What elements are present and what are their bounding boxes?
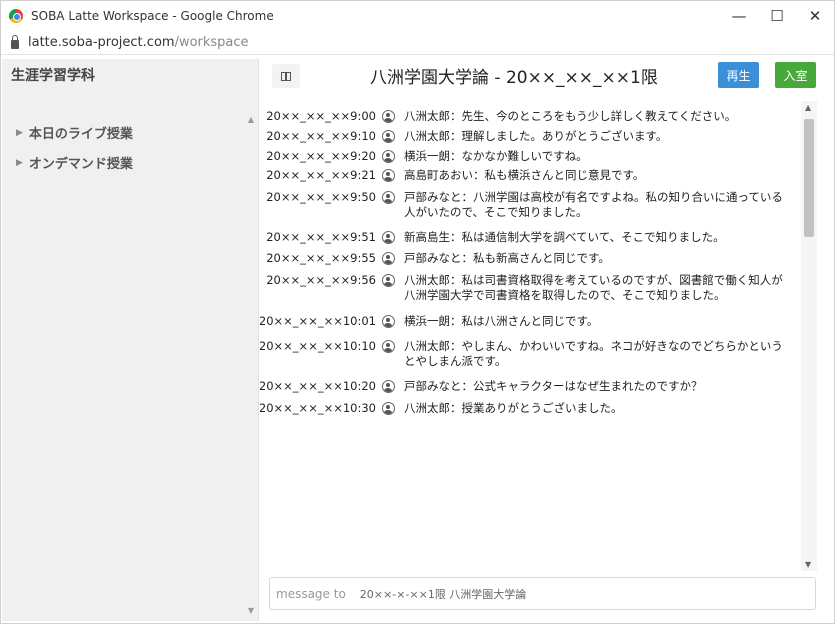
message-scrollbar[interactable]: ▲ ▼ xyxy=(801,101,817,571)
window-title: SOBA Latte Workspace - Google Chrome xyxy=(31,9,274,23)
message-input[interactable] xyxy=(359,587,800,600)
user-avatar-icon xyxy=(382,274,395,287)
toggle-sidebar-button[interactable] xyxy=(272,64,300,88)
sidebar: 生涯学習学科 ▶ 本日のライブ授業 ▶ オンデマンド授業 ▲ ▼ xyxy=(2,59,259,621)
user-avatar-icon xyxy=(382,110,395,123)
message-time: 20××_××_××9:10 xyxy=(266,129,376,143)
chevron-right-icon: ▶ xyxy=(16,157,23,168)
message-time: 20××_××_××10:10 xyxy=(260,339,376,353)
window-controls: — ☐ ✕ xyxy=(720,1,834,31)
sidebar-panel-icon xyxy=(281,71,291,81)
message-text: 新高島生：私は通信制大学を調べていて、そこで知りました。 xyxy=(404,230,725,244)
sidebar-item-live-classes[interactable]: ▶ 本日のライブ授業 xyxy=(16,123,133,142)
user-avatar-icon xyxy=(382,191,395,204)
sidebar-title: 生涯学習学科 xyxy=(11,68,95,84)
url-host: latte.soba-project.com xyxy=(28,35,175,50)
message-time: 20××_××_××10:01 xyxy=(260,314,376,328)
scroll-down-icon[interactable]: ▼ xyxy=(805,560,811,569)
message-text: 八洲太郎：私は司書資格取得を考えているのですが、図書館で働く知人が八洲学園大学で… xyxy=(404,273,783,302)
user-avatar-icon xyxy=(382,150,395,163)
message-time: 20××_××_××9:56 xyxy=(266,273,376,287)
sidebar-scroll-down-icon[interactable]: ▼ xyxy=(248,606,254,615)
user-avatar-icon xyxy=(382,252,395,265)
chrome-logo-icon xyxy=(9,9,23,23)
scroll-thumb[interactable] xyxy=(804,119,814,237)
lock-icon xyxy=(11,35,19,49)
close-icon[interactable]: ✕ xyxy=(796,1,834,31)
user-avatar-icon xyxy=(382,340,395,353)
room-title: 八洲学園大学論 - 20××_××_××1限 xyxy=(370,68,658,88)
message-text: 戸部みなと：八洲学園は高校が有名ですよね。私の知り合いに通っている人がいたので、… xyxy=(404,190,783,219)
message-text: 横浜一朗：なかなか難しいですね。 xyxy=(404,149,588,163)
user-avatar-icon xyxy=(382,402,395,415)
message-text: 戸部みなと：私も新高さんと同じです。 xyxy=(404,251,610,265)
message-text: 八洲太郎：やしまん、かわいいですね。ネコが好きなのでどちらかというとやしまん派で… xyxy=(404,339,783,368)
url-path: /workspace xyxy=(174,35,249,50)
message-time: 20××_××_××10:30 xyxy=(260,401,376,415)
user-avatar-icon xyxy=(382,315,395,328)
user-avatar-icon xyxy=(382,231,395,244)
message-time: 20××_××_××10:20 xyxy=(260,379,376,393)
message-list: 20××_××_××9:00 八洲太郎：先生、今のところをもう少し詳しく教えてく… xyxy=(260,101,800,571)
chevron-right-icon: ▶ xyxy=(16,127,23,138)
message-text: 八洲太郎：先生、今のところをもう少し詳しく教えてください。 xyxy=(404,109,737,123)
message-text: 八洲太郎：授業ありがとうございました。 xyxy=(404,401,623,415)
user-avatar-icon xyxy=(382,130,395,143)
play-button[interactable]: 再生 xyxy=(718,62,759,88)
message-time: 20××_××_××9:55 xyxy=(266,251,376,265)
message-time: 20××_××_××9:20 xyxy=(266,149,376,163)
message-time: 20××_××_××9:50 xyxy=(266,190,376,204)
scroll-up-icon[interactable]: ▲ xyxy=(805,103,811,112)
sidebar-item-on-demand-classes[interactable]: ▶ オンデマンド授業 xyxy=(16,153,133,172)
user-avatar-icon xyxy=(382,380,395,393)
message-composer: message to xyxy=(269,577,816,610)
sidebar-item-label: 本日のライブ授業 xyxy=(28,127,133,142)
message-time: 20××_××_××9:00 xyxy=(266,109,376,123)
enter-room-button[interactable]: 入室 xyxy=(775,62,816,88)
url[interactable]: latte.soba-project.com/workspace xyxy=(28,35,249,50)
message-text: 戸部みなと：公式キャラクターはなぜ生まれたのですか？ xyxy=(404,379,703,393)
sidebar-scroll-up-icon[interactable]: ▲ xyxy=(248,115,254,124)
sidebar-item-label: オンデマンド授業 xyxy=(28,157,133,172)
message-to-label: message to xyxy=(276,586,346,601)
message-time: 20××_××_××9:51 xyxy=(266,230,376,244)
message-text: 横浜一朗：私は八洲さんと同じです。 xyxy=(404,314,599,328)
title-bar: SOBA Latte Workspace - Google Chrome — ☐… xyxy=(1,1,834,31)
message-text: 八洲太郎：理解しました。ありがとうございます。 xyxy=(404,129,668,143)
minimize-icon[interactable]: — xyxy=(720,1,758,31)
room-header: 八洲学園大学論 - 20××_××_××1限 再生 入室 xyxy=(260,59,827,99)
message-time: 20××_××_××9:21 xyxy=(266,168,376,182)
address-bar[interactable]: latte.soba-project.com/workspace xyxy=(1,31,834,55)
message-text: 高島町あおい：私も横浜さんと同じ意見です。 xyxy=(404,168,645,182)
browser-window: SOBA Latte Workspace - Google Chrome — ☐… xyxy=(0,0,835,624)
user-avatar-icon xyxy=(382,169,395,182)
maximize-icon[interactable]: ☐ xyxy=(758,1,796,31)
